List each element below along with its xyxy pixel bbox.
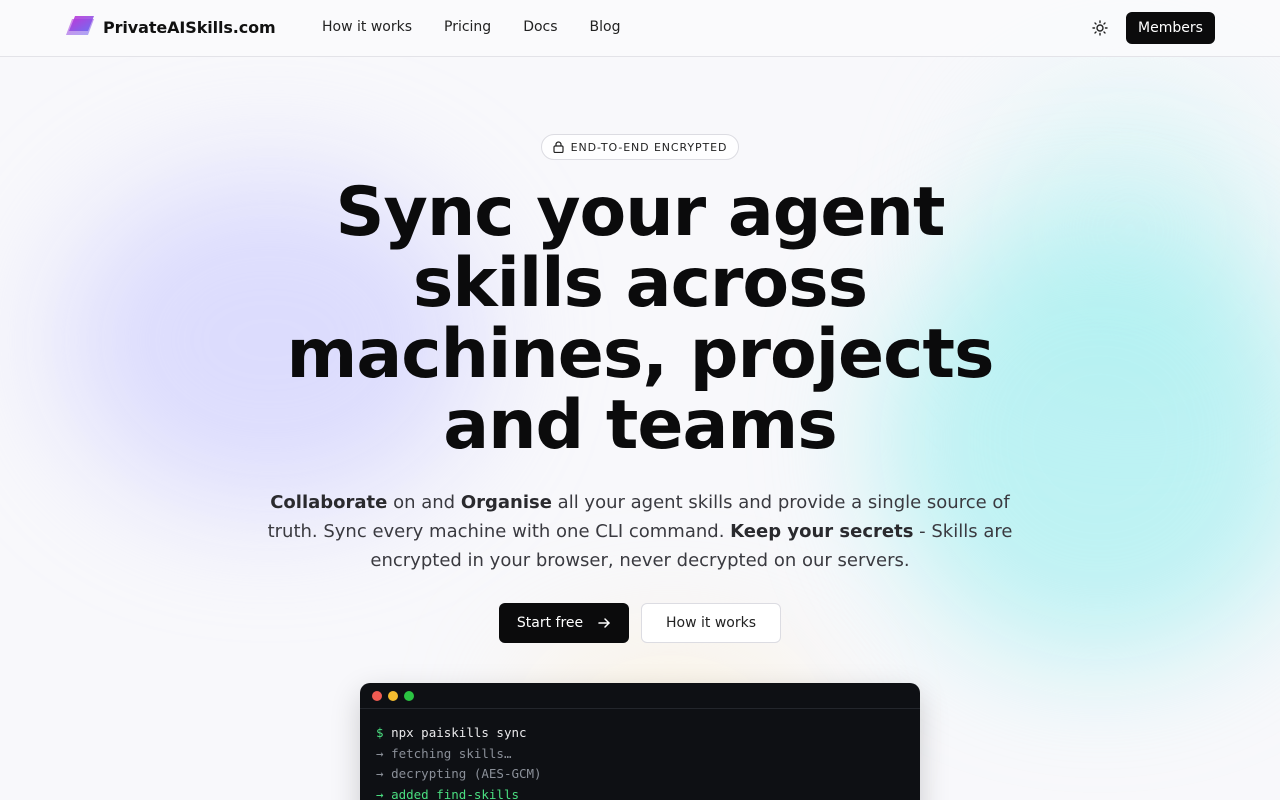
terminal-command-line: $ npx paiskills sync	[376, 723, 904, 744]
terminal-arrow: →	[376, 786, 384, 800]
hero-title-line: machines, projects	[286, 315, 995, 394]
terminal-text: fetching skills…	[391, 745, 512, 761]
terminal-line: → fetching skills…	[376, 744, 904, 765]
nav-pricing[interactable]: Pricing	[444, 19, 491, 35]
hero-section: END-TO-END ENCRYPTED Sync your agent ski…	[0, 57, 1280, 800]
badge-label: END-TO-END ENCRYPTED	[570, 140, 728, 154]
terminal-arrow: →	[376, 745, 384, 761]
subtitle-text: on and	[387, 492, 461, 513]
brand-name: PrivateAISkills.com	[103, 17, 276, 37]
nav-blog[interactable]: Blog	[590, 19, 621, 35]
main-nav: How it works Pricing Docs Blog	[322, 19, 653, 35]
brand-logo-icon	[66, 16, 94, 38]
terminal-titlebar	[360, 683, 920, 709]
encryption-badge: END-TO-END ENCRYPTED	[541, 134, 739, 160]
start-free-label: Start free	[516, 615, 584, 631]
theme-toggle-button[interactable]	[1088, 16, 1112, 40]
hero-title-line: Sync your agent	[335, 173, 946, 252]
sun-icon	[1092, 20, 1108, 36]
hero-title-line: and teams	[443, 386, 838, 465]
terminal-line: → added find-skills	[376, 785, 904, 800]
terminal-line: → decrypting (AES-GCM)	[376, 764, 904, 785]
how-it-works-button[interactable]: How it works	[641, 603, 781, 643]
terminal-window: $ npx paiskills sync → fetching skills… …	[360, 683, 920, 800]
nav-how-it-works[interactable]: How it works	[322, 19, 412, 35]
terminal-text: decrypting (AES-GCM)	[391, 766, 542, 781]
terminal-output: $ npx paiskills sync → fetching skills… …	[360, 709, 920, 800]
terminal-arrow: →	[376, 766, 384, 781]
close-dot-icon	[372, 690, 382, 701]
subtitle-emphasis-organise: Organise	[460, 492, 552, 513]
subtitle-emphasis-collaborate: Collaborate	[270, 492, 388, 513]
terminal-command: npx paiskills sync	[391, 725, 527, 740]
terminal-prompt: $	[376, 725, 384, 740]
start-free-button[interactable]: Start free	[499, 603, 629, 643]
members-button[interactable]: Members	[1126, 12, 1215, 44]
hero-subtitle: Collaborate on and Organise all your age…	[250, 488, 1030, 575]
lock-icon	[553, 141, 564, 153]
arrow-right-icon	[598, 618, 610, 628]
site-header: PrivateAISkills.com How it works Pricing…	[0, 0, 1280, 57]
subtitle-emphasis-secrets: Keep your secrets	[730, 521, 914, 542]
maximize-dot-icon	[404, 690, 414, 701]
terminal-text: added find-skills	[391, 786, 519, 800]
hero-title-line: skills across	[412, 244, 868, 323]
nav-docs[interactable]: Docs	[523, 19, 557, 35]
hero-title: Sync your agent skills across machines, …	[240, 177, 1040, 461]
minimize-dot-icon	[388, 690, 398, 701]
brand-link[interactable]: PrivateAISkills.com	[66, 16, 276, 38]
